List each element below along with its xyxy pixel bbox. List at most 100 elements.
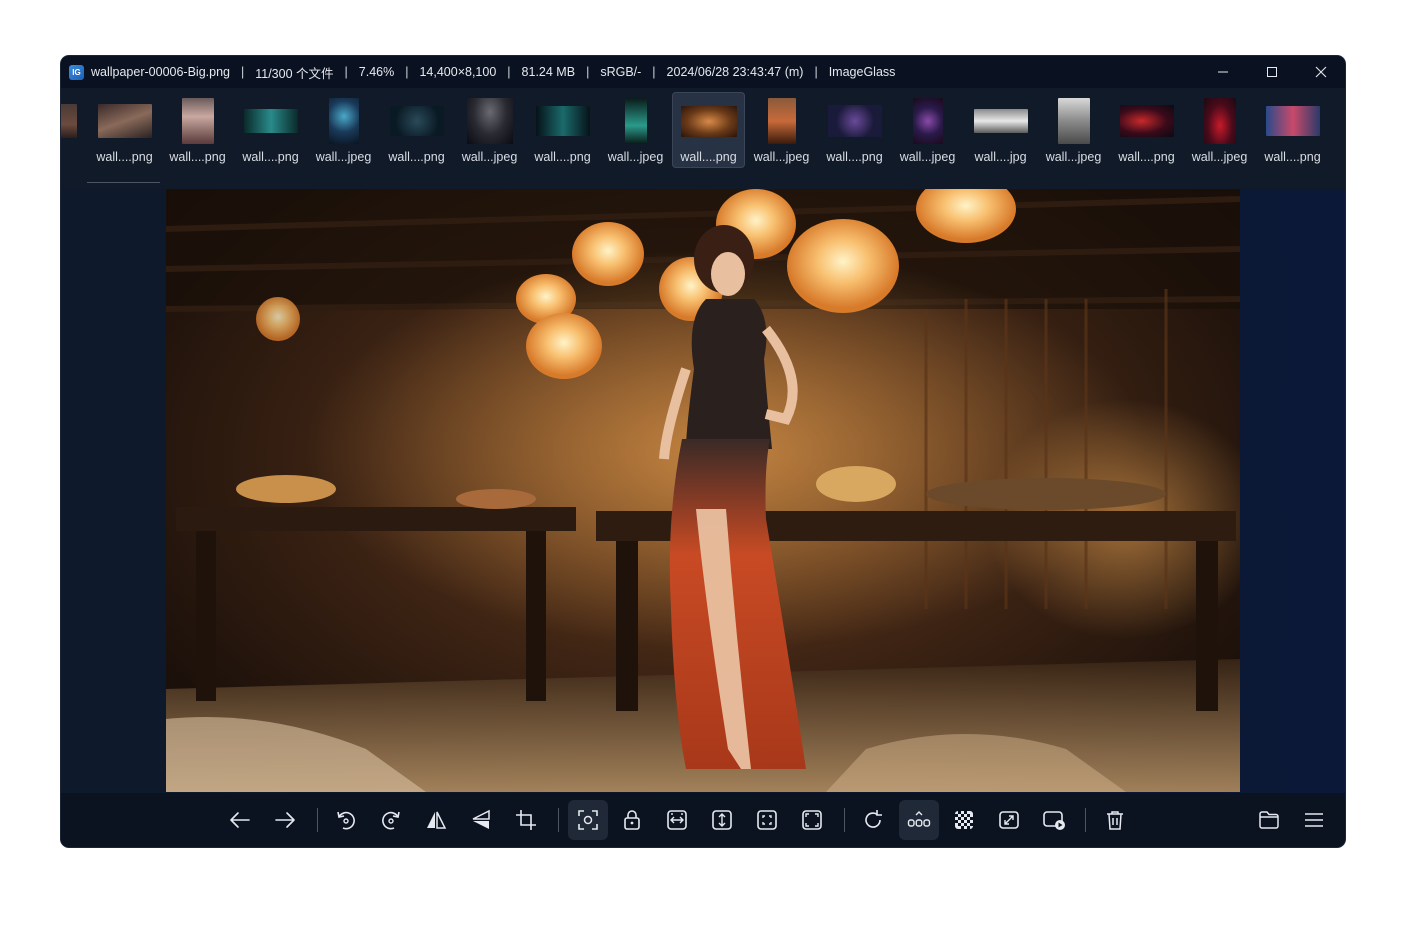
thumbnail-label: wall...jpeg xyxy=(607,150,664,164)
close-icon xyxy=(1315,66,1326,78)
thumbnail-item[interactable]: wall....png xyxy=(380,92,453,168)
scale-to-height-button[interactable] xyxy=(702,800,742,840)
open-file-button[interactable] xyxy=(1249,800,1289,840)
thumbnail-label: wall...jpeg xyxy=(1191,150,1248,164)
auto-zoom-button[interactable] xyxy=(568,800,608,840)
gallery-toggle-button[interactable] xyxy=(899,800,939,840)
thumbnail-image xyxy=(1338,98,1346,144)
thumbnail-item[interactable]: wall...jpeg xyxy=(891,92,964,168)
rotate-right-button[interactable] xyxy=(371,800,411,840)
image-viewer[interactable] xyxy=(61,189,1345,793)
next-image-button[interactable] xyxy=(265,800,305,840)
thumbnail-image xyxy=(608,98,664,144)
flip-vertical-button[interactable] xyxy=(461,800,501,840)
gallery-scrollbar[interactable] xyxy=(87,182,160,183)
auto-zoom-icon xyxy=(578,810,598,830)
rotate-left-button[interactable] xyxy=(326,800,366,840)
arrow-left-icon xyxy=(230,812,250,828)
rotate-left-icon xyxy=(337,811,355,830)
scale-to-width-icon xyxy=(667,810,687,830)
thumbnail-item[interactable]: wall....png xyxy=(818,92,891,168)
thumbnail-item[interactable]: ng xyxy=(61,92,88,168)
thumbnail-item[interactable]: wall...jpeg xyxy=(1037,92,1110,168)
crop-icon xyxy=(516,810,536,830)
thumbnail-item[interactable]: wall...jpeg xyxy=(599,92,672,168)
main-image[interactable] xyxy=(166,189,1240,792)
thumbnail-item[interactable]: wall...jpeg xyxy=(453,92,526,168)
thumbnail-item[interactable]: wall...jpeg xyxy=(307,92,380,168)
app-logo-icon: IG xyxy=(69,64,84,80)
thumbnail-item[interactable]: wall....png xyxy=(234,92,307,168)
scale-to-width-button[interactable] xyxy=(657,800,697,840)
refresh-button[interactable] xyxy=(853,800,893,840)
title-separator: | xyxy=(652,65,656,79)
thumbnail-label: wall....png xyxy=(534,150,591,164)
thumbnail-item[interactable]: wall....png xyxy=(88,92,161,168)
bottom-toolbar xyxy=(61,793,1345,847)
photo-illustration xyxy=(166,189,1240,792)
thumbnail-item[interactable]: wall...jpeg xyxy=(1183,92,1256,168)
thumbnail-label: wall...jpeg xyxy=(753,150,810,164)
toolbar-divider xyxy=(1085,808,1086,832)
maximize-button[interactable] xyxy=(1247,56,1296,88)
title-appname: ImageGlass xyxy=(828,65,896,79)
thumbnail-label: wall...jpeg xyxy=(899,150,956,164)
thumbnail-item[interactable]: wall....png xyxy=(526,92,599,168)
crop-button[interactable] xyxy=(506,800,546,840)
minimize-button[interactable] xyxy=(1198,56,1247,88)
thumbnail-item[interactable]: wa xyxy=(1329,92,1345,168)
thumbnail-label: wall....png xyxy=(1264,150,1321,164)
thumbnail-image xyxy=(754,98,810,144)
thumbnail-label: wall....png xyxy=(96,150,153,164)
gallery-icon xyxy=(907,811,931,827)
fullscreen-button[interactable] xyxy=(989,800,1029,840)
thumbnail-item[interactable]: wall....png xyxy=(1110,92,1183,168)
thumbnail-item[interactable]: wall....jpg xyxy=(964,92,1037,168)
scale-to-fit-icon xyxy=(757,810,777,830)
delete-icon xyxy=(1107,811,1123,830)
thumbnail-list: ng wall....png wall....png wall....png w… xyxy=(61,92,1345,168)
scale-to-fit-button[interactable] xyxy=(747,800,787,840)
thumbnail-image xyxy=(1265,98,1321,144)
flip-vertical-icon xyxy=(472,809,490,829)
thumbnail-item[interactable]: wall....png xyxy=(1256,92,1329,168)
thumbnail-image xyxy=(680,98,737,144)
thumbnail-label: wall....png xyxy=(1118,150,1175,164)
lock-zoom-button[interactable] xyxy=(612,800,652,840)
toolbar-divider xyxy=(844,808,845,832)
thumbnail-gallery[interactable]: ng wall....png wall....png wall....png w… xyxy=(61,88,1345,189)
thumbnail-image xyxy=(243,98,299,144)
thumbnail-label: wall....jpg xyxy=(974,150,1027,164)
previous-image-button[interactable] xyxy=(220,800,260,840)
thumbnail-image xyxy=(389,98,445,144)
title-filesize: 81.24 MB xyxy=(521,65,576,79)
menu-icon xyxy=(1305,813,1323,827)
scale-to-fill-button[interactable] xyxy=(792,800,832,840)
title-datetime: 2024/06/28 23:43:47 (m) xyxy=(666,65,804,79)
toolbar-divider xyxy=(558,808,559,832)
main-menu-button[interactable] xyxy=(1294,800,1334,840)
thumbnail-item[interactable]: wall...jpeg xyxy=(745,92,818,168)
title-separator: | xyxy=(814,65,818,79)
toolbar-divider xyxy=(317,808,318,832)
thumbnail-item-selected[interactable]: wall....png xyxy=(672,92,745,168)
flip-horizontal-button[interactable] xyxy=(416,800,456,840)
thumbnail-image xyxy=(827,98,883,144)
title-bar[interactable]: IG wallpaper-00006-Big.png | 11/300 个文件 … xyxy=(61,56,1345,88)
title-zoom: 7.46% xyxy=(358,65,395,79)
delete-button[interactable] xyxy=(1095,800,1135,840)
title-separator: | xyxy=(586,65,590,79)
maximize-icon xyxy=(1266,67,1277,77)
fullscreen-icon xyxy=(999,811,1019,829)
close-button[interactable] xyxy=(1296,56,1345,88)
thumbnail-label: wall....png xyxy=(680,150,737,164)
open-folder-icon xyxy=(1259,811,1279,829)
rotate-right-icon xyxy=(382,811,400,830)
thumbnail-label: wall....png xyxy=(242,150,299,164)
thumbnail-item[interactable]: wall....png xyxy=(161,92,234,168)
slideshow-button[interactable] xyxy=(1034,800,1074,840)
thumbnail-label: wall...jpeg xyxy=(315,150,372,164)
title-colorspace: sRGB/- xyxy=(600,65,642,79)
checkerboard-button[interactable] xyxy=(944,800,984,840)
thumbnail-image xyxy=(973,98,1029,144)
